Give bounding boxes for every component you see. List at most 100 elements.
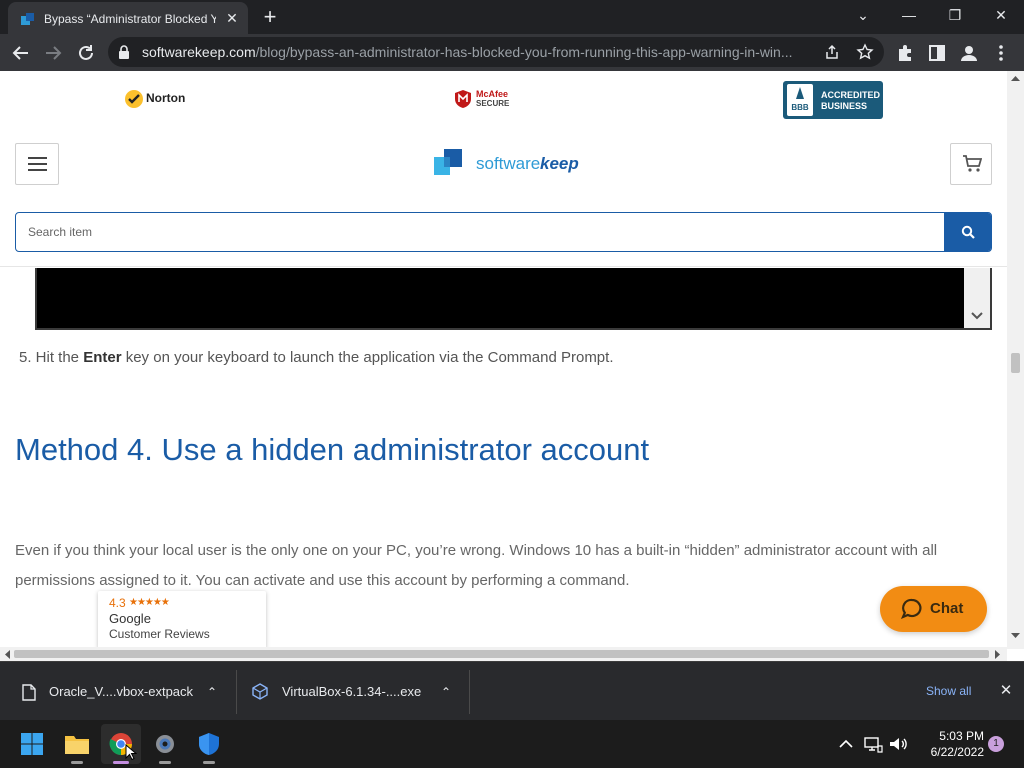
new-tab-button[interactable]: + (258, 6, 282, 30)
norton-check-icon (125, 90, 143, 108)
download-item-name: VirtualBox-6.1.34-....exe (282, 684, 422, 699)
bbb-accredited-badge[interactable]: BBB ACCREDITED BUSINESS (783, 81, 883, 119)
page-vertical-scrollbar[interactable] (1007, 71, 1024, 649)
notification-badge[interactable]: 1 (988, 736, 1004, 752)
chevron-up-icon[interactable]: ⌃ (202, 682, 222, 702)
browser-tab[interactable]: Bypass “Administrator Blocked Y ✕ (8, 2, 248, 34)
scroll-down-icon[interactable] (1011, 633, 1020, 639)
settings-icon (156, 735, 174, 753)
scroll-right-icon[interactable] (995, 650, 1001, 659)
chevron-down-icon[interactable] (971, 312, 983, 320)
page-horizontal-scrollbar[interactable] (0, 647, 1007, 661)
search-icon (961, 225, 975, 239)
extensions-puzzle-icon[interactable] (892, 40, 918, 66)
download-item[interactable]: Oracle_V....vbox-extpack ⌃ (12, 670, 234, 714)
softwarekeep-logo[interactable]: software keep (434, 147, 584, 179)
hamburger-menu-button[interactable] (15, 143, 59, 185)
lock-icon[interactable] (118, 45, 130, 59)
url-text[interactable]: softwarekeep.com/blog/bypass-an-administ… (142, 44, 822, 61)
close-download-shelf-icon[interactable]: ✕ (996, 681, 1016, 701)
tab-search-chevron-icon[interactable]: ⌄ (840, 0, 886, 30)
bbb-mark: BBB (791, 103, 809, 112)
system-clock[interactable]: 5:03 PM 6/22/2022 (918, 728, 984, 760)
chat-bubble-icon (901, 598, 922, 620)
logo-text-keep: keep (540, 154, 579, 173)
start-button[interactable] (12, 724, 52, 764)
defender-button[interactable] (189, 724, 229, 764)
running-indicator (159, 761, 171, 764)
search-input[interactable] (16, 213, 944, 251)
download-divider (469, 670, 470, 714)
review-rating: 4.3 (109, 596, 126, 610)
embedded-scrollbar[interactable] (964, 268, 990, 328)
norton-badge[interactable]: Norton (124, 87, 188, 111)
virtualbox-icon (252, 683, 268, 700)
scroll-left-icon[interactable] (4, 650, 10, 659)
cart-button[interactable] (950, 143, 992, 185)
running-indicator (203, 761, 215, 764)
download-item[interactable]: VirtualBox-6.1.34-....exe ⌃ (246, 670, 466, 714)
method-4-paragraph: Even if you think your local user is the… (15, 542, 938, 589)
file-icon (22, 684, 36, 701)
browser-toolbar: softwarekeep.com/blog/bypass-an-administ… (0, 34, 1024, 71)
chevron-up-icon[interactable]: ⌃ (436, 682, 456, 702)
share-icon[interactable] (824, 44, 840, 60)
search-bar (15, 212, 992, 252)
url-host: softwarekeep.com (142, 44, 256, 60)
search-button[interactable] (944, 213, 991, 251)
settings-button[interactable] (145, 724, 185, 764)
mcafee-label: McAfee (476, 89, 509, 99)
download-divider (236, 670, 237, 714)
site-header: Norton McAfee SECURE BBB ACCREDITED BUSI… (0, 71, 1007, 267)
chrome-button[interactable] (101, 724, 141, 764)
step-5-text: 5. Hit the Enter key on your keyboard to… (19, 348, 614, 368)
restore-button[interactable]: ❐ (932, 0, 978, 30)
horizontal-scroll-thumb[interactable] (14, 650, 989, 658)
review-source: Google (109, 611, 151, 626)
mouse-cursor-icon (125, 744, 137, 761)
norton-label: Norton (146, 91, 186, 105)
clock-date: 6/22/2022 (930, 745, 984, 759)
minimize-button[interactable]: — (886, 0, 932, 30)
logo-text-software: software (476, 154, 541, 173)
profile-avatar-icon[interactable] (956, 40, 982, 66)
close-window-button[interactable]: ✕ (978, 0, 1024, 30)
review-label: Customer Reviews (109, 627, 210, 641)
network-icon[interactable] (863, 734, 883, 754)
method-4-heading: Method 4. Use a hidden administrator acc… (15, 432, 650, 467)
show-hidden-icons-chevron-icon[interactable] (836, 734, 856, 754)
download-item-name: Oracle_V....vbox-extpack (49, 684, 194, 699)
tab-strip: Bypass “Administrator Blocked Y ✕ + ⌄ — … (0, 0, 1024, 34)
step-5-bold: Enter (83, 349, 122, 366)
bbb-business-label: BUSINESS (821, 101, 868, 111)
scroll-up-icon[interactable] (1011, 75, 1020, 81)
back-arrow-icon[interactable] (8, 40, 34, 66)
bbb-torch-icon: BBB (787, 84, 813, 116)
defender-icon (199, 733, 219, 755)
mcafee-badge[interactable]: McAfee SECURE (454, 87, 518, 111)
browser-menu-kebab-icon[interactable] (988, 40, 1014, 66)
running-indicator (71, 761, 83, 764)
file-explorer-icon (65, 736, 89, 754)
chat-button[interactable]: Chat (880, 586, 987, 632)
hamburger-menu-icon (28, 157, 47, 159)
show-all-downloads-link[interactable]: Show all (926, 683, 971, 699)
vertical-scroll-thumb[interactable] (1011, 353, 1020, 373)
address-bar[interactable]: softwarekeep.com/blog/bypass-an-administ… (108, 37, 884, 67)
forward-arrow-icon[interactable] (40, 40, 66, 66)
softwarekeep-logo-icon (434, 149, 462, 175)
active-indicator (113, 761, 129, 764)
file-explorer-button[interactable] (57, 724, 97, 764)
tab-close-icon[interactable]: ✕ (224, 10, 240, 26)
shopping-cart-icon (963, 155, 982, 172)
tab-title: Bypass “Administrator Blocked Y (44, 12, 216, 26)
reload-icon[interactable] (73, 40, 99, 66)
page-viewport: Norton McAfee SECURE BBB ACCREDITED BUSI… (0, 71, 1024, 661)
volume-icon[interactable] (888, 734, 908, 754)
download-shelf: Oracle_V....vbox-extpack ⌃ VirtualBox-6.… (0, 661, 1024, 720)
bookmark-star-icon[interactable] (856, 43, 874, 61)
softwarekeep-favicon-icon (21, 13, 34, 25)
step-5-suffix: key on your keyboard to launch the appli… (121, 349, 614, 366)
google-reviews-widget[interactable]: 4.3 ★★★★★ Google Customer Reviews (98, 591, 266, 649)
side-panel-icon[interactable] (924, 40, 950, 66)
